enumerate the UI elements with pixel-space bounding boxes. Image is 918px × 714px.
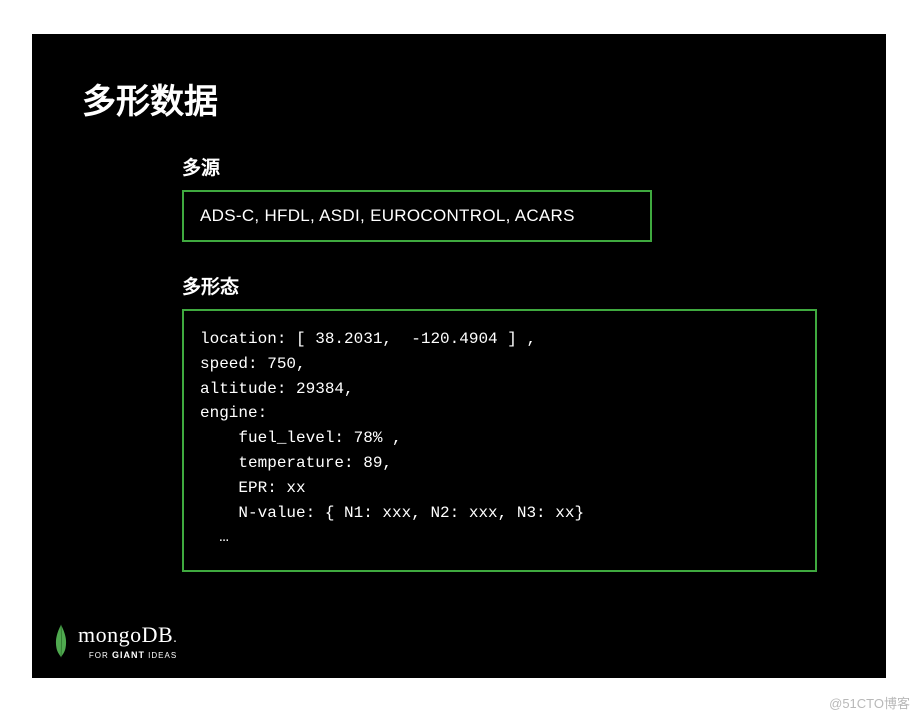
code-line: … <box>200 525 799 550</box>
code-line: EPR: xx <box>200 476 799 501</box>
code-line: location: [ 38.2031, -120.4904 ] , <box>200 327 799 352</box>
mongodb-logo: mongoDB. FOR GIANT IDEAS <box>52 622 177 660</box>
section1-label: 多源 <box>182 153 836 180</box>
code-line: N-value: { N1: xxx, N2: xxx, N3: xx} <box>200 501 799 526</box>
logo-tagline: FOR GIANT IDEAS <box>78 650 177 660</box>
logo-text: mongoDB. FOR GIANT IDEAS <box>78 622 177 660</box>
sources-box: ADS-C, HFDL, ASDI, EUROCONTROL, ACARS <box>182 190 652 242</box>
section2-label: 多形态 <box>182 272 836 299</box>
code-line: engine: <box>200 401 799 426</box>
watermark: @51CTO博客 <box>829 693 910 712</box>
code-line: speed: 750, <box>200 352 799 377</box>
leaf-icon <box>52 623 70 659</box>
logo-name: mongoDB. <box>78 622 177 648</box>
code-box: location: [ 38.2031, -120.4904 ] , speed… <box>182 309 817 572</box>
slide-title: 多形数据 <box>82 74 836 123</box>
slide: 多形数据 多源 ADS-C, HFDL, ASDI, EUROCONTROL, … <box>32 34 886 678</box>
code-line: fuel_level: 78% , <box>200 426 799 451</box>
code-line: temperature: 89, <box>200 451 799 476</box>
sources-text: ADS-C, HFDL, ASDI, EUROCONTROL, ACARS <box>200 206 634 226</box>
code-line: altitude: 29384, <box>200 377 799 402</box>
